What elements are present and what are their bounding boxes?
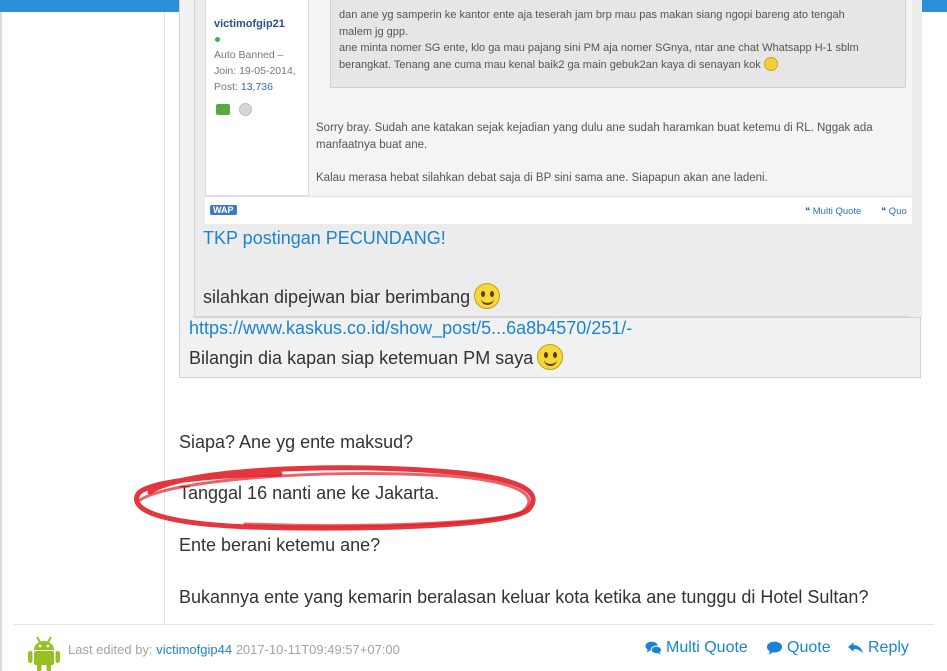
quote-divider [192,316,910,317]
smile-emoji-icon [537,344,564,370]
online-status-icon [215,37,220,42]
post-line-3: Ente berani ketemu ane? [179,535,381,555]
edited-by-user-link[interactable]: victimofgip44 [156,642,232,657]
post-footer: Last edited by: victimofgip44 2017-10-11… [14,624,934,671]
screenshot-post-footer: WAP ❝ Multi Quote ❝ Quo [205,196,912,224]
android-icon [28,636,60,671]
screenshot-quote: ❝ Quo [881,206,907,217]
inner-quote-text: silahkan dipejwan biar berimbang [203,283,501,309]
left-border [0,12,2,671]
post-author-column [0,12,165,624]
outer-quote-text: Bilangin dia kapan siap ketemuan PM saya [189,344,564,370]
post-line-4: Bukannya ente yang kemarin beralasan kel… [179,587,869,607]
screenshot-multi-quote: ❝ Multi Quote [805,206,862,217]
post-line-1: Siapa? Ane yg ente maksud? [179,432,414,452]
screenshot-nested-quote: dan ane yg samperin ke kantor ente aja t… [330,0,906,88]
screenshot-user-panel: victimofgip21 Auto Banned – Join: 19-05-… [205,0,309,196]
reply-button[interactable]: Reply [847,639,909,657]
quote-button[interactable]: Quote [766,639,831,657]
wap-icon: WAP [210,205,237,215]
multi-quote-button[interactable]: Multi Quote [645,639,748,657]
comment-icon [766,641,783,655]
inner-quote-block: victimofgip21 Auto Banned – Join: 19-05-… [194,0,922,318]
offline-icon [239,103,252,116]
grin-emoji-icon [763,56,778,71]
screenshot-username: victimofgip21 [214,18,285,30]
outer-quote-block: victimofgip21 Auto Banned – Join: 19-05-… [179,0,922,378]
last-edited-info: Last edited by: victimofgip44 2017-10-11… [68,642,400,657]
reputation-icon [216,104,230,115]
comments-icon [645,641,662,655]
screenshot-user-meta: Auto Banned – Join: 19-05-2014, Post: 13… [214,49,296,93]
kaskus-post-link[interactable]: https://www.kaskus.co.id/show_post/5...6… [189,318,632,339]
post-line-2: Tanggal 16 nanti ane ke Jakarta. [179,483,440,503]
embedded-screenshot: victimofgip21 Auto Banned – Join: 19-05-… [205,0,912,224]
tkp-link[interactable]: TKP postingan PECUNDANG! [203,228,446,249]
reply-icon [847,642,864,654]
screenshot-post-body: Sorry bray. Sudah ane katakan sejak keja… [316,122,873,184]
smile-emoji-icon [474,283,501,309]
